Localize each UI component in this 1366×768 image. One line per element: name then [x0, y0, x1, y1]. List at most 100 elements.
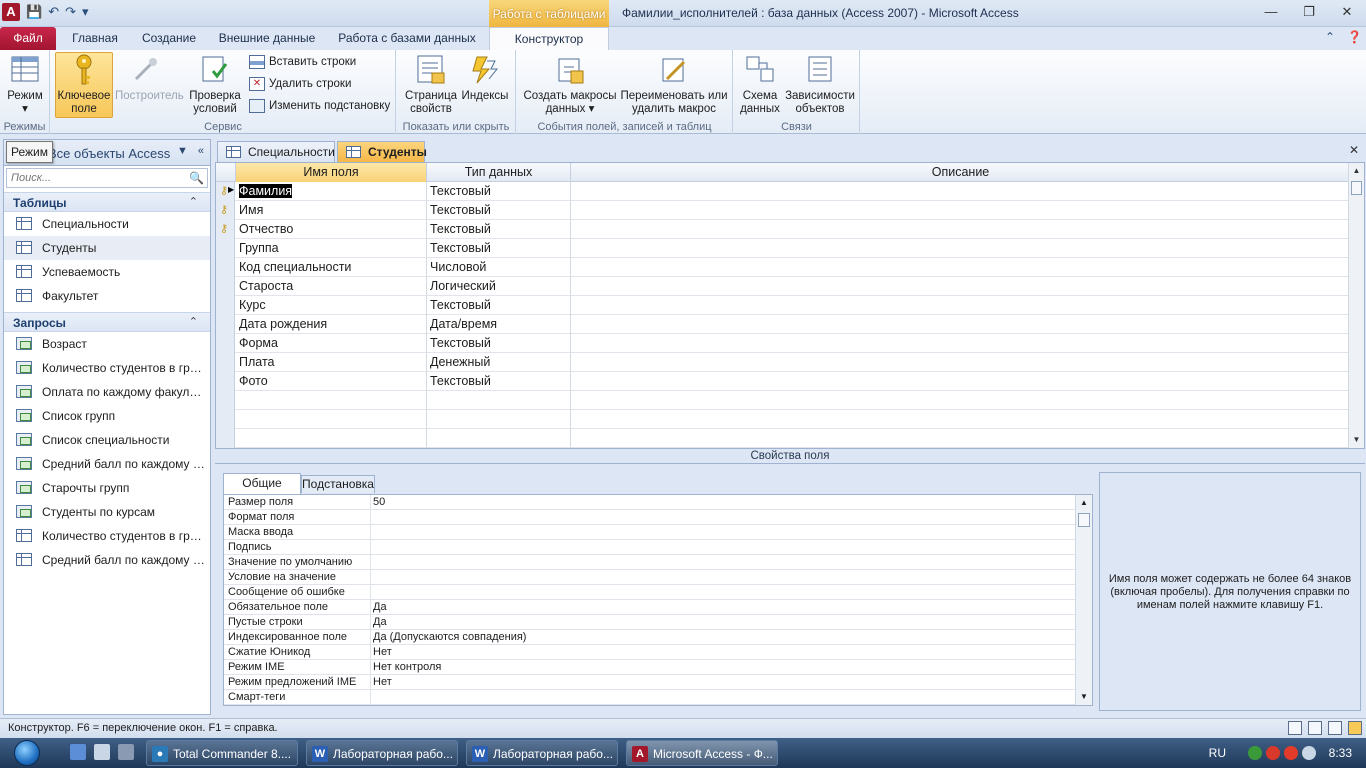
property-value[interactable] [370, 510, 1076, 525]
nav-query-item[interactable]: Средний балл по каждому курсу [4, 452, 210, 476]
property-value[interactable]: Нет [370, 645, 1076, 660]
tab-lookup[interactable]: Подстановка [301, 475, 375, 493]
properties-scrollbar[interactable]: ▲ ▼ [1075, 495, 1092, 705]
description-cell[interactable] [571, 410, 1350, 429]
table-row[interactable]: Форма Текстовый [216, 334, 1350, 353]
row-selector[interactable] [216, 372, 235, 391]
collapse-ribbon-icon[interactable]: ⌃ [1325, 30, 1335, 44]
property-row[interactable]: Сообщение об ошибке [224, 585, 1076, 600]
explorer-quicklaunch-icon[interactable] [70, 744, 86, 760]
pivot-chart-view-icon[interactable] [1328, 721, 1342, 735]
tab-file[interactable]: Файл [0, 27, 56, 50]
property-value[interactable]: Да [370, 615, 1076, 630]
help-icon[interactable]: ❓ [1347, 30, 1362, 44]
table-row[interactable]: Плата Денежный [216, 353, 1350, 372]
property-row[interactable]: Подпись [224, 540, 1076, 555]
row-selector[interactable] [216, 239, 235, 258]
nav-query-item[interactable]: Средний балл по каждому курсу [4, 548, 210, 572]
description-cell[interactable] [571, 334, 1350, 353]
validate-rules-button[interactable]: Проверка условий [181, 53, 249, 116]
data-type-cell[interactable]: Дата/время [427, 315, 571, 334]
table-row[interactable]: Курс Текстовый [216, 296, 1350, 315]
nav-query-item[interactable]: Старочты групп [4, 476, 210, 500]
nav-query-item[interactable]: Количество студентов в группах [4, 524, 210, 548]
property-row[interactable]: Смарт-теги [224, 690, 1076, 705]
row-selector[interactable] [216, 315, 235, 334]
description-cell[interactable] [571, 258, 1350, 277]
row-selector-header[interactable] [216, 163, 236, 182]
property-value[interactable]: Да [370, 600, 1076, 615]
property-row[interactable]: Режим предложений IME Нет [224, 675, 1076, 690]
field-name-cell[interactable]: Отчество [236, 220, 427, 239]
scroll-down-icon[interactable]: ▼ [1076, 689, 1092, 705]
description-cell[interactable] [571, 315, 1350, 334]
description-cell[interactable] [571, 429, 1350, 448]
nav-query-item[interactable]: Список специальности [4, 428, 210, 452]
data-type-cell[interactable]: Текстовый [427, 296, 571, 315]
clock[interactable]: 8:33 [1329, 746, 1352, 760]
property-row[interactable]: Размер поля 50 [224, 495, 1076, 510]
property-value[interactable]: Нет [370, 675, 1076, 690]
row-selector[interactable] [216, 334, 235, 353]
field-name-cell[interactable]: Фото [236, 372, 427, 391]
property-value[interactable] [370, 540, 1076, 555]
tab-create[interactable]: Создание [134, 27, 204, 50]
view-mode-button[interactable]: Режим ▾ [3, 53, 47, 116]
show-desktop-icon[interactable] [94, 744, 110, 760]
taskbar-access[interactable]: A Microsoft Access - Ф... [626, 740, 778, 766]
data-type-cell[interactable]: Логический [427, 277, 571, 296]
scroll-thumb[interactable] [1078, 513, 1090, 527]
data-type-cell[interactable]: Текстовый [427, 372, 571, 391]
nav-table-item[interactable]: Специальности [4, 212, 210, 236]
property-value[interactable] [370, 570, 1076, 585]
tab-general[interactable]: Общие [223, 473, 301, 494]
tab-design[interactable]: Конструктор [489, 27, 609, 50]
scroll-thumb[interactable] [1351, 181, 1362, 195]
field-name-cell[interactable]: Дата рождения [236, 315, 427, 334]
property-row[interactable]: Индексированное поле Да (Допускаются совп… [224, 630, 1076, 645]
field-name-cell[interactable]: Форма [236, 334, 427, 353]
modify-lookups-button[interactable]: Изменить подстановку [249, 96, 390, 116]
language-indicator[interactable]: RU [1209, 746, 1226, 760]
alert-tray-icon[interactable] [1284, 746, 1298, 760]
description-cell[interactable] [571, 182, 1350, 201]
insert-rows-button[interactable]: Вставить строки [249, 52, 356, 72]
row-selector[interactable] [216, 429, 235, 448]
nav-table-item[interactable]: Факультет [4, 284, 210, 308]
collapse-section-icon[interactable]: ⌃ [189, 315, 198, 328]
save-icon[interactable]: 💾 [26, 4, 42, 20]
description-cell[interactable] [571, 220, 1350, 239]
table-row[interactable]: Код специальности Числовой [216, 258, 1350, 277]
undo-icon[interactable]: ↶ [48, 4, 59, 20]
data-type-cell[interactable]: Текстовый [427, 220, 571, 239]
property-value[interactable] [370, 555, 1076, 570]
field-name-cell[interactable]: Плата [236, 353, 427, 372]
field-name-cell[interactable]: Группа [236, 239, 427, 258]
doc-tab-students[interactable]: Студенты [337, 141, 427, 162]
floppy-quicklaunch-icon[interactable] [118, 744, 134, 760]
security-tray-icon[interactable] [1266, 746, 1280, 760]
row-selector[interactable]: ⚷ [216, 201, 235, 220]
property-row[interactable]: Пустые строки Да [224, 615, 1076, 630]
minimize-button[interactable]: — [1252, 0, 1290, 24]
nav-table-item[interactable]: Успеваемость [4, 260, 210, 284]
grid-vertical-scrollbar[interactable]: ▲ ▼ [1348, 163, 1364, 448]
description-cell[interactable] [571, 353, 1350, 372]
builder-button[interactable]: Построитель [115, 53, 184, 103]
search-icon[interactable]: 🔍 [189, 171, 204, 185]
description-cell[interactable] [571, 391, 1350, 410]
tab-home[interactable]: Главная [66, 27, 124, 50]
row-selector[interactable] [216, 296, 235, 315]
property-value[interactable] [370, 585, 1076, 600]
access-app-icon[interactable]: A [2, 3, 20, 21]
description-cell[interactable] [571, 201, 1350, 220]
customize-qat-icon[interactable]: ▾ [82, 4, 89, 20]
data-type-cell[interactable] [427, 410, 571, 429]
data-type-cell[interactable]: Текстовый [427, 182, 571, 201]
row-selector[interactable]: ⚷ [216, 220, 235, 239]
description-cell[interactable] [571, 296, 1350, 315]
property-row[interactable]: Формат поля [224, 510, 1076, 525]
property-row[interactable]: Обязательное поле Да [224, 600, 1076, 615]
nav-pane-header[interactable]: Режим Все объекты Access ▼ « [4, 140, 210, 166]
nav-search-input[interactable] [7, 169, 177, 187]
